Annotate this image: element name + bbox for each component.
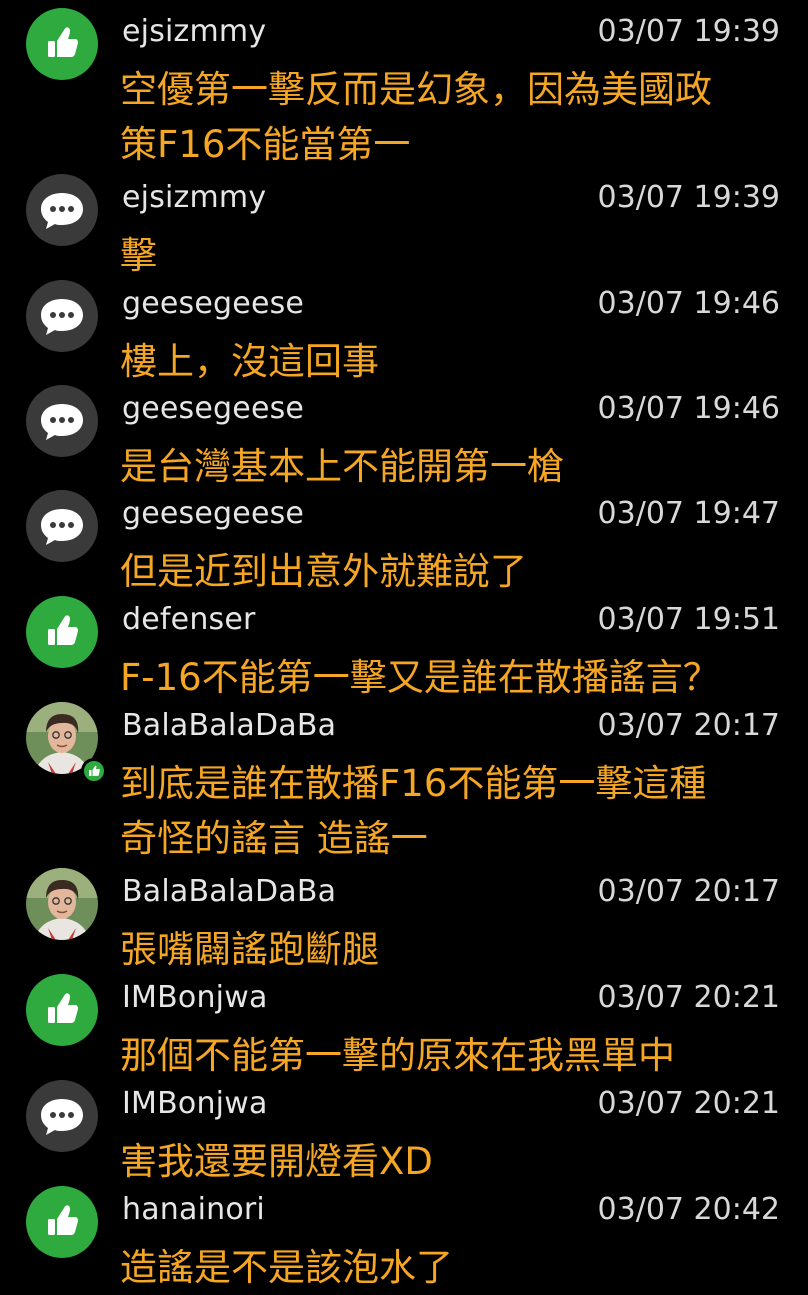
chat-bubble-icon bbox=[26, 490, 98, 562]
comment-text: 但是近到出意外就難說了 bbox=[120, 544, 780, 599]
comment-timestamp: 03/07 20:17 bbox=[597, 708, 780, 743]
comment-text-line: 但是近到出意外就難說了 bbox=[120, 550, 527, 593]
comment-text-line: 策F16不能當第一 bbox=[120, 123, 411, 166]
comment-text-line: 樓上，沒這回事 bbox=[120, 340, 379, 383]
comment-timestamp: 03/07 19:39 bbox=[597, 180, 780, 215]
comment-username[interactable]: geesegeese bbox=[122, 389, 304, 429]
chat-bubble-icon bbox=[26, 385, 98, 457]
comment-text: 造謠是不是該泡水了 bbox=[120, 1240, 780, 1295]
user-avatar bbox=[26, 868, 98, 940]
comment-timestamp: 03/07 19:39 bbox=[597, 14, 780, 49]
comment-text-line: 造謠是不是該泡水了 bbox=[120, 1246, 453, 1289]
comment-username[interactable]: hanainori bbox=[122, 1190, 265, 1230]
comment-text: 是台灣基本上不能開第一槍 bbox=[120, 439, 780, 494]
thumbs-up-icon bbox=[26, 1186, 98, 1258]
thumbs-up-icon bbox=[26, 974, 98, 1046]
comment-username[interactable]: BalaBalaDaBa bbox=[122, 706, 336, 746]
comment-text-line: 那個不能第一擊的原來在我黑單中 bbox=[120, 1034, 675, 1077]
chat-bubble-icon bbox=[26, 280, 98, 352]
comment-text-line: 是台灣基本上不能開第一槍 bbox=[120, 445, 564, 488]
comment-text-line: 張嘴闢謠跑斷腿 bbox=[120, 928, 379, 971]
comment-timestamp: 03/07 20:21 bbox=[597, 1086, 780, 1121]
comment-text: 張嘴闢謠跑斷腿 bbox=[120, 922, 780, 977]
comment-text: 到底是誰在散播F16不能第一擊這種 奇怪的謠言 造謠一 bbox=[120, 756, 780, 866]
comment-text-line: 空優第一擊反而是幻象，因為美國政 bbox=[120, 68, 712, 111]
comment-text: 樓上，沒這回事 bbox=[120, 334, 780, 389]
comment-timestamp: 03/07 19:46 bbox=[597, 391, 780, 426]
comment-text: 害我還要開燈看XD bbox=[120, 1134, 780, 1189]
comment-timestamp: 03/07 20:17 bbox=[597, 874, 780, 909]
comment-text: 空優第一擊反而是幻象，因為美國政 策F16不能當第一 bbox=[120, 62, 780, 172]
comment-username[interactable]: geesegeese bbox=[122, 494, 304, 534]
like-badge-icon bbox=[81, 758, 107, 784]
comment-text-line: 奇怪的謠言 造謠一 bbox=[120, 817, 428, 860]
user-avatar bbox=[26, 702, 107, 784]
comment-text-line: 擊 bbox=[120, 234, 157, 277]
thumbs-up-icon bbox=[26, 8, 98, 80]
comment-text: 那個不能第一擊的原來在我黑單中 bbox=[120, 1028, 780, 1083]
comment-timestamp: 03/07 19:47 bbox=[597, 496, 780, 531]
comment-timestamp: 03/07 19:46 bbox=[597, 286, 780, 321]
chat-bubble-icon bbox=[26, 174, 98, 246]
comment-username[interactable]: IMBonjwa bbox=[122, 978, 268, 1018]
comment-username[interactable]: IMBonjwa bbox=[122, 1084, 268, 1124]
thumbs-up-icon bbox=[26, 596, 98, 668]
comment-username[interactable]: geesegeese bbox=[122, 284, 304, 324]
comment-timestamp: 03/07 19:51 bbox=[597, 602, 780, 637]
chat-bubble-icon bbox=[26, 1080, 98, 1152]
comment-text: 擊 bbox=[120, 228, 780, 283]
comment-username[interactable]: BalaBalaDaBa bbox=[122, 872, 336, 912]
comment-username[interactable]: ejsizmmy bbox=[122, 12, 266, 52]
comment-text-line: 到底是誰在散播F16不能第一擊這種 bbox=[120, 762, 707, 805]
comment-username[interactable]: ejsizmmy bbox=[122, 178, 266, 218]
comment-timestamp: 03/07 20:21 bbox=[597, 980, 780, 1015]
comment-timestamp: 03/07 20:42 bbox=[597, 1192, 780, 1227]
comment-username[interactable]: defenser bbox=[122, 600, 256, 640]
comment-text: F-16不能第一擊又是誰在散播謠言？ bbox=[120, 650, 780, 705]
comment-text-line: F-16不能第一擊又是誰在散播謠言？ bbox=[120, 656, 720, 699]
comment-text-line: 害我還要開燈看XD bbox=[120, 1140, 433, 1183]
